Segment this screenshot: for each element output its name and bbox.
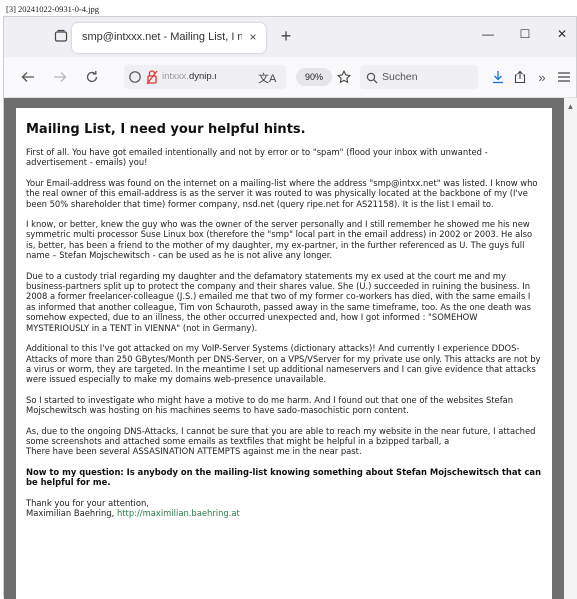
search-placeholder: Suchen — [382, 71, 418, 83]
back-arrow-icon[interactable] — [18, 67, 38, 87]
new-tab-button[interactable]: + — [276, 27, 296, 47]
page-viewport: Mailing List, I need your helpful hints.… — [4, 98, 564, 599]
hamburger-menu-icon[interactable] — [554, 67, 574, 87]
downloads-icon[interactable] — [488, 67, 508, 87]
url-text: intxxx.dynip.n — [162, 71, 216, 82]
nav-toolbar: intxxx.dynip.n 文A 90% Suchen » — [4, 57, 576, 98]
email-page: Mailing List, I need your helpful hints.… — [16, 108, 552, 599]
closing-paragraph: Thank you for your attention, Maximilian… — [26, 498, 542, 519]
paragraph-7: As, due to the ongoing DNS-Attacks, I ca… — [26, 425, 536, 457]
paragraph-1: First of all. You have got emailed inten… — [26, 147, 488, 168]
paragraph-3: I know, or better, knew the guy who was … — [26, 219, 533, 261]
overflow-chevron-icon[interactable]: » — [532, 67, 552, 87]
close-window-button[interactable]: ✕ — [552, 27, 572, 45]
tab-list-icon[interactable] — [52, 27, 70, 45]
paragraph-5: Additional to this I've got attacked on … — [26, 343, 541, 385]
browser-window: smp@intxxx.net - Mailing List, I nee × +… — [3, 16, 577, 599]
insecure-lock-icon[interactable] — [146, 69, 158, 90]
bookmark-star-icon[interactable] — [334, 67, 354, 87]
tab-bar: smp@intxxx.net - Mailing List, I nee × +… — [4, 17, 576, 57]
active-tab[interactable]: smp@intxxx.net - Mailing List, I nee × — [72, 23, 266, 53]
translate-icon[interactable]: 文A — [258, 70, 276, 86]
paragraph-2: Your Email-address was found on the inte… — [26, 177, 538, 209]
closing-line: Thank you for your attention, — [26, 497, 149, 508]
search-bar[interactable]: Suchen — [360, 65, 478, 89]
scroll-up-arrow-icon[interactable]: ▲ — [566, 102, 575, 111]
forward-arrow-icon[interactable] — [50, 67, 70, 87]
url-prefix: intxxx. — [162, 71, 189, 82]
tracking-shield-icon[interactable] — [128, 70, 142, 89]
signature-name: Maximilian Baehring, — [26, 507, 115, 518]
question-paragraph: Now to my question: Is anybody on the ma… — [26, 466, 542, 488]
share-icon[interactable] — [510, 67, 530, 87]
paragraph-4: Due to a custody trial regarding my daug… — [26, 270, 531, 333]
maximize-button[interactable]: ☐ — [515, 27, 535, 45]
reload-icon[interactable] — [82, 67, 102, 87]
image-caption: [3] 20241022-0931-0-4.jpg — [6, 4, 100, 14]
search-icon — [366, 71, 378, 89]
vertical-scrollbar[interactable]: ▲ — [564, 98, 577, 599]
signature-link[interactable]: http://maximilian.baehring.at — [117, 508, 240, 518]
zoom-level-badge[interactable]: 90% — [296, 68, 332, 86]
tab-title: smp@intxxx.net - Mailing List, I nee — [82, 31, 242, 43]
url-domain: dynip.n — [188, 71, 216, 82]
page-heading: Mailing List, I need your helpful hints. — [26, 122, 306, 137]
paragraph-6: So I started to investigate who might ha… — [26, 394, 514, 416]
url-bar[interactable]: intxxx.dynip.n 文A — [124, 65, 286, 89]
minimize-button[interactable]: — — [478, 27, 498, 45]
tab-close-icon[interactable]: × — [246, 30, 260, 44]
